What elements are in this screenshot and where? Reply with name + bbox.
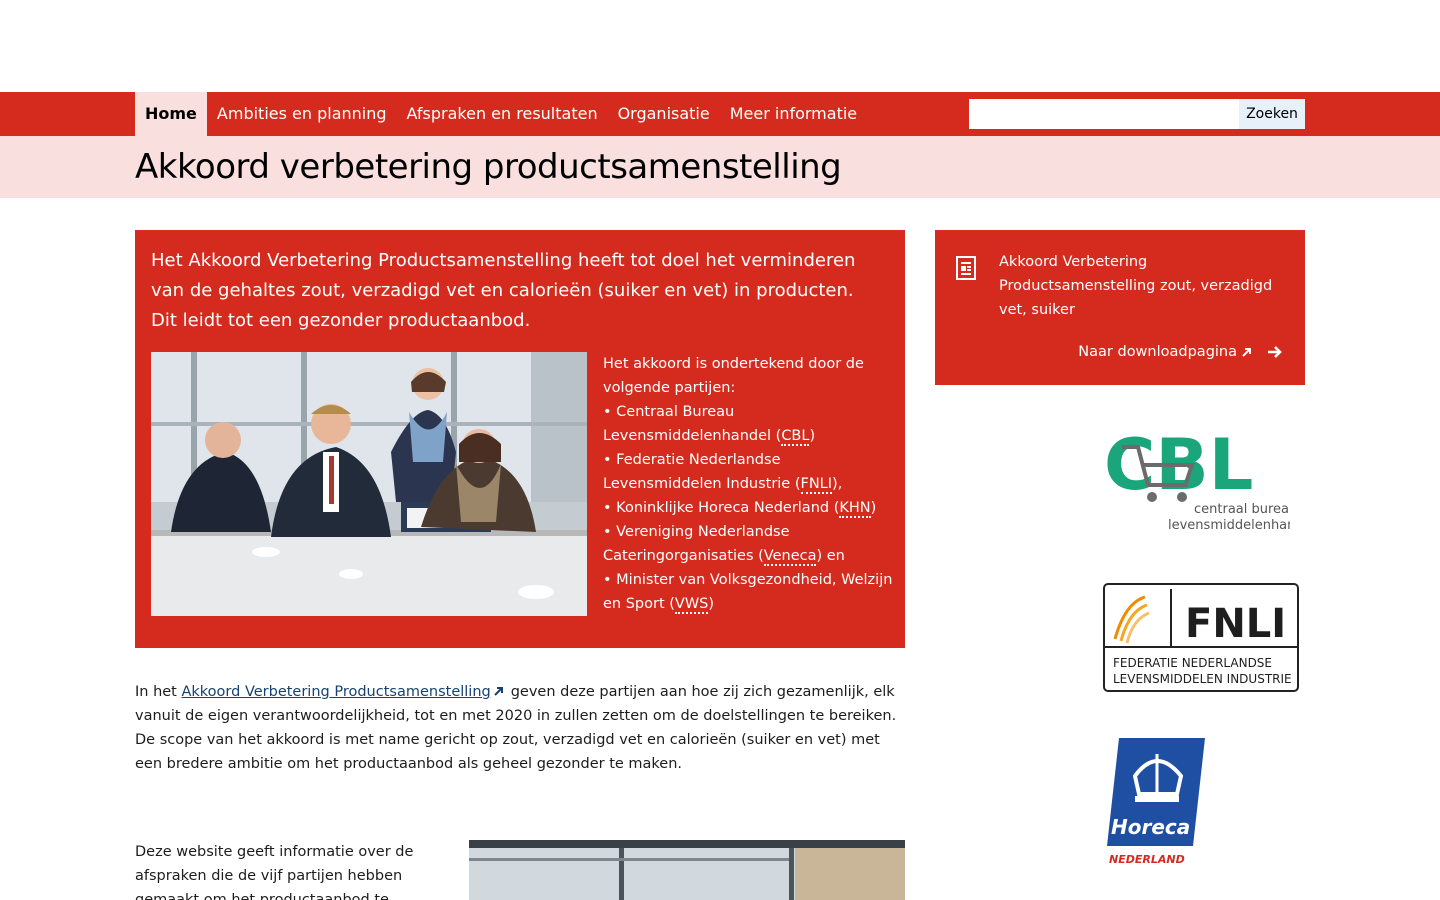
svg-text:FEDERATIE NEDERLANDSE: FEDERATIE NEDERLANDSE bbox=[1113, 656, 1272, 670]
external-link-icon bbox=[1242, 348, 1251, 357]
body-text: In het Akkoord Verbetering Productsamens… bbox=[135, 680, 905, 776]
partner-prefix: • Minister van Volksgezondheid, Welzijn … bbox=[603, 572, 893, 612]
partner-prefix: • Vereniging Nederlandse Cateringorganis… bbox=[603, 524, 790, 564]
cbl-logo[interactable]: CBL centraal bureau levensmiddelenhandel bbox=[1100, 424, 1315, 535]
search-button[interactable]: Zoeken bbox=[1239, 99, 1305, 129]
partner-item-fnli: • Federatie Nederlandse Levensmiddelen I… bbox=[603, 448, 893, 496]
abbr-fnli: FNLI bbox=[800, 476, 833, 494]
partner-item-vws: • Minister van Volksgezondheid, Welzijn … bbox=[603, 568, 893, 616]
document-icon bbox=[956, 256, 976, 280]
search-input[interactable] bbox=[969, 99, 1239, 129]
khn-logo[interactable]: Horeca NEDERLAND bbox=[1105, 736, 1209, 866]
main-navbar: Home Ambities en planning Afspraken en r… bbox=[0, 92, 1440, 136]
svg-text:centraal bureau: centraal bureau bbox=[1194, 502, 1290, 517]
page-title: Akkoord verbetering productsamenstelling bbox=[135, 147, 842, 187]
intro-block: Het Akkoord Verbetering Productsamenstel… bbox=[135, 230, 905, 648]
abbr-vws: VWS bbox=[674, 596, 709, 614]
fnli-logo[interactable]: FNLI FEDERATIE NEDERLANDSE LEVENSMIDDELE… bbox=[1103, 583, 1299, 693]
body-paragraph-2: De scope van het akkoord is met name ger… bbox=[135, 732, 880, 772]
partner-suffix: ) bbox=[870, 500, 877, 516]
nav-item-organisatie[interactable]: Organisatie bbox=[608, 92, 720, 136]
abbr-veneca: Veneca bbox=[763, 548, 817, 566]
partner-suffix: ) bbox=[708, 596, 715, 612]
nav-item-ambities[interactable]: Ambities en planning bbox=[207, 92, 397, 136]
nav-item-afspraken[interactable]: Afspraken en resultaten bbox=[397, 92, 608, 136]
abbr-khn: KHN bbox=[839, 500, 871, 518]
partner-item-veneca: • Vereniging Nederlandse Cateringorganis… bbox=[603, 520, 893, 568]
partner-suffix: ) bbox=[809, 428, 816, 444]
body-paragraph-1: In het Akkoord Verbetering Productsamens… bbox=[135, 680, 905, 728]
body-p1-before: In het bbox=[135, 684, 182, 700]
arrow-right-icon bbox=[1268, 346, 1282, 358]
signing-photo bbox=[151, 352, 587, 616]
partner-suffix: ), bbox=[832, 476, 843, 492]
download-title: Akkoord Verbetering Productsamenstelling… bbox=[999, 254, 1273, 318]
svg-text:Horeca: Horeca bbox=[1111, 815, 1190, 839]
nav-item-home[interactable]: Home bbox=[135, 92, 207, 136]
partners-heading: Het akkoord is ondertekend door de volge… bbox=[603, 356, 864, 396]
title-band: Akkoord verbetering productsamenstelling bbox=[0, 136, 1440, 198]
partner-item-cbl: • Centraal Bureau Levensmiddelenhandel (… bbox=[603, 400, 893, 448]
body-paragraph-3: Deze website geeft informatie over de af… bbox=[135, 844, 414, 900]
download-link-label: Naar downloadpagina bbox=[1078, 344, 1237, 360]
partners-list: Het akkoord is ondertekend door de volge… bbox=[603, 352, 893, 616]
akkoord-link[interactable]: Akkoord Verbetering Productsamenstelling bbox=[181, 684, 490, 700]
download-card: Akkoord Verbetering Productsamenstelling… bbox=[935, 230, 1305, 385]
external-link-icon bbox=[494, 687, 503, 696]
svg-text:NEDERLAND: NEDERLAND bbox=[1109, 853, 1185, 866]
main-nav: Home Ambities en planning Afspraken en r… bbox=[135, 92, 867, 136]
nav-item-meer-informatie[interactable]: Meer informatie bbox=[720, 92, 867, 136]
partner-prefix: • Centraal Bureau Levensmiddelenhandel ( bbox=[603, 404, 782, 444]
partner-prefix: • Koninklijke Horeca Nederland ( bbox=[603, 500, 840, 516]
partner-item-khn: • Koninklijke Horeca Nederland (KHN) bbox=[603, 496, 893, 520]
office-photo bbox=[469, 840, 905, 900]
download-page-link[interactable]: Naar downloadpagina bbox=[1078, 344, 1283, 360]
partner-prefix: • Federatie Nederlandse Levensmiddelen I… bbox=[603, 452, 801, 492]
svg-text:FNLI: FNLI bbox=[1185, 601, 1286, 647]
svg-text:LEVENSMIDDELEN INDUSTRIE: LEVENSMIDDELEN INDUSTRIE bbox=[1113, 672, 1292, 686]
svg-text:levensmiddelenhandel: levensmiddelenhandel bbox=[1168, 518, 1290, 533]
abbr-cbl: CBL bbox=[781, 428, 810, 446]
search-form: Zoeken bbox=[969, 99, 1305, 129]
partner-suffix: ) en bbox=[816, 548, 845, 564]
intro-lead: Het Akkoord Verbetering Productsamenstel… bbox=[151, 250, 856, 331]
veneca-logo[interactable] bbox=[1170, 892, 1260, 900]
